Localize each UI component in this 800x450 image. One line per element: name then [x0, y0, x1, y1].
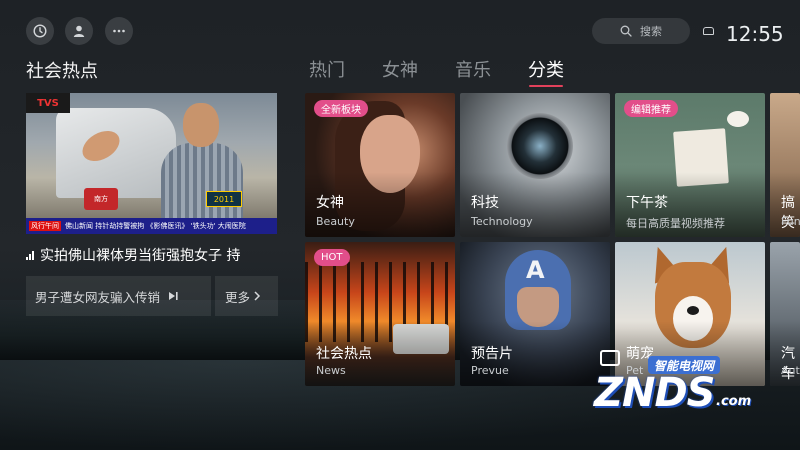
video-scene-car [56, 108, 176, 198]
more-button[interactable] [105, 17, 133, 45]
clock-time: 12:55 [726, 22, 784, 46]
section-title: 社会热点 [26, 61, 98, 82]
ticker-text: 佛山新闻 持针劫持警被拘 《影佛医讯》 '铁头功' 大闹医院 [65, 222, 246, 230]
channel-logo: TVS [26, 93, 70, 113]
tv-logo-icon [600, 350, 620, 366]
watermark-main: ZNDS [594, 370, 715, 416]
video-badge: 2011 [206, 191, 242, 207]
video-player[interactable]: 南方 TVS 2011 风行午间 佛山新闻 持针劫持警被拘 《影佛医讯》 '铁头… [26, 93, 277, 234]
card-tag: 编辑推荐 [624, 100, 678, 117]
tab-goddess[interactable]: 女神 [382, 56, 418, 82]
search-icon [620, 25, 632, 37]
card-subtitle: Technology [471, 215, 533, 228]
tab-music[interactable]: 音乐 [455, 56, 491, 82]
clock-icon [33, 24, 47, 38]
card-tag: HOT [314, 249, 350, 266]
tab-hot[interactable]: 热门 [309, 56, 345, 82]
card-subtitle: News [316, 364, 346, 377]
card-subtitle: 每日高质量视频推荐 [626, 217, 725, 230]
card-subtitle: Auto [781, 364, 800, 377]
news-ticker: 风行午间 佛山新闻 持针劫持警被拘 《影佛医讯》 '铁头功' 大闹医院 [26, 218, 277, 234]
search-label: 搜索 [640, 25, 662, 38]
znds-watermark: 智能电视网 ZNDS .com [592, 350, 782, 416]
tv-status-icon [703, 27, 714, 35]
category-card-funny[interactable]: 搞笑 Funny [770, 93, 800, 237]
more-icon [113, 29, 125, 33]
category-card-news[interactable]: HOT 社会热点 News [305, 242, 455, 386]
search-box[interactable]: 搜索 [592, 18, 690, 44]
card-title: 下午茶 [626, 195, 668, 211]
card-title: 女神 [316, 195, 344, 211]
card-title: 社会热点 [316, 346, 372, 362]
user-icon [73, 25, 85, 37]
chevron-right-icon [254, 291, 261, 301]
more-label: 更多 [225, 289, 251, 305]
watermark-suffix: .com [716, 394, 752, 409]
camera-lens-image [507, 113, 573, 179]
card-tag: 全新板块 [314, 100, 368, 117]
video-headline[interactable]: 实拍佛山裸体男当街强抱女子 持 [26, 245, 278, 265]
category-card-beauty[interactable]: 全新板块 女神 Beauty [305, 93, 455, 237]
play-next-icon [169, 292, 178, 300]
category-tabs: 热门 女神 音乐 分类 [309, 56, 601, 87]
playing-bars-icon [26, 250, 34, 260]
card-subtitle: Funny [781, 215, 800, 228]
card-subtitle: Beauty [316, 215, 355, 228]
category-card-technology[interactable]: 科技 Technology [460, 93, 610, 237]
video-scene-microphone: 南方 [84, 188, 118, 210]
card-title: 科技 [471, 195, 499, 211]
account-button[interactable] [65, 17, 93, 45]
cup-image [727, 111, 749, 127]
related-video-item[interactable]: 男子遭女网友骗入传销 [26, 276, 211, 316]
ticker-tag: 风行午间 [29, 221, 61, 231]
card-subtitle: Prevue [471, 364, 509, 377]
history-button[interactable] [26, 17, 54, 45]
tab-category[interactable]: 分类 [528, 56, 564, 87]
card-title: 预告片 [471, 346, 513, 362]
category-card-trailer[interactable]: A 预告片 Prevue [460, 242, 610, 386]
card-title: 汽车 [781, 346, 795, 382]
video-headline-text: 实拍佛山裸体男当街强抱女子 持 [40, 248, 241, 264]
related-video-label: 男子遭女网友骗入传销 [35, 289, 161, 305]
category-card-afternoon-tea[interactable]: 编辑推荐 下午茶 每日高质量视频推荐 [615, 93, 765, 237]
more-button-related[interactable]: 更多 [215, 276, 278, 316]
